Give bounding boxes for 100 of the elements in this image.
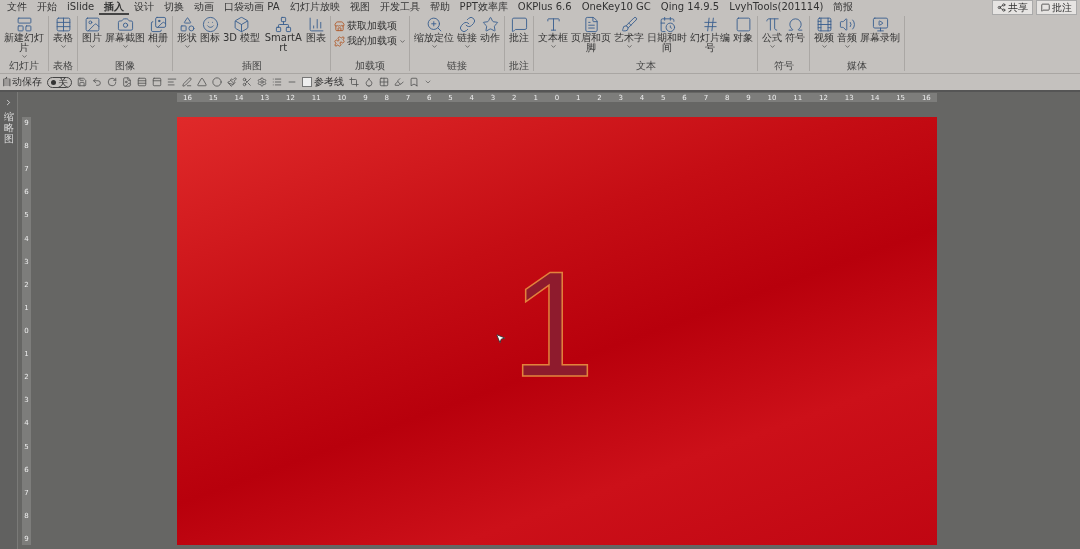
pi-icon [763, 16, 781, 33]
ribbon-button[interactable]: 幻灯片编号 [689, 16, 732, 60]
ribbon-button[interactable]: 我的加载项 [334, 35, 407, 47]
ribbon-tab[interactable]: 开始 [32, 0, 62, 15]
mouse-cursor-icon [495, 333, 506, 344]
group-label: 链接 [446, 60, 469, 71]
rows-icon[interactable] [137, 77, 147, 87]
ribbon-button[interactable]: 批注 [508, 16, 531, 60]
ribbon-button[interactable]: 链接 [456, 16, 479, 60]
ribbon-button[interactable]: 3D 模型 [222, 16, 262, 60]
ribbon-button[interactable]: 获取加载项 [334, 20, 407, 32]
redo-icon[interactable] [107, 77, 117, 87]
object-icon [734, 16, 752, 33]
ribbon-button[interactable]: 屏幕录制 [859, 16, 902, 60]
ribbon-button[interactable]: 新建幻灯片 [3, 16, 45, 60]
ribbon-tab[interactable]: 切换 [159, 0, 190, 15]
highlighter-icon[interactable] [394, 77, 404, 87]
comment-icon [510, 16, 528, 33]
undo-icon[interactable] [92, 77, 102, 87]
ribbon-button[interactable]: 视频 [813, 16, 836, 60]
ribbon-button[interactable]: 动作 [479, 16, 502, 60]
ribbon-button[interactable]: 图片 [81, 16, 103, 60]
save-icon[interactable] [77, 77, 87, 87]
omega-icon [786, 16, 804, 33]
align-icon[interactable] [167, 77, 177, 87]
group-label: 媒体 [846, 60, 869, 71]
ribbon-tab[interactable]: 插入 [99, 0, 130, 15]
group-label: 幻灯片 [8, 60, 40, 71]
caret-icon [399, 37, 407, 45]
ribbon-tab[interactable]: LvyhTools(201114) [724, 0, 829, 15]
settings-icon[interactable] [257, 77, 267, 87]
ribbon-button[interactable]: 形状 [176, 16, 198, 60]
ribbon-tab[interactable]: 幻灯片放映 [284, 0, 345, 15]
ribbon-button[interactable]: 页眉和页脚 [570, 16, 613, 60]
ribbon-tab[interactable]: 视图 [344, 0, 375, 15]
fill-icon[interactable] [364, 77, 374, 87]
ribbon-button[interactable]: 图标 [199, 16, 221, 60]
pen-icon[interactable] [182, 77, 192, 87]
ribbon-tab[interactable]: 开发工具 [374, 0, 425, 15]
caret-icon[interactable] [424, 78, 432, 86]
ribbon-button[interactable]: 屏幕截图 [104, 16, 146, 60]
ribbon-tab[interactable]: Qing 14.9.5 [655, 0, 725, 15]
caret-icon [88, 43, 96, 50]
icon-library-icon [201, 16, 219, 33]
bookmark-icon[interactable] [409, 77, 419, 87]
autosave-label: 自动保存 [2, 76, 42, 88]
zoom-icon [425, 16, 443, 33]
caret-icon [768, 43, 776, 50]
ribbon-button[interactable]: 公式 [761, 16, 784, 60]
expand-icon[interactable] [4, 98, 13, 107]
table-icon [54, 16, 72, 33]
ribbon-button[interactable]: 表格 [52, 16, 74, 60]
caret-icon [59, 43, 67, 50]
group-label: 表格 [52, 60, 74, 71]
ribbon-tab[interactable]: PPT效率库 [454, 0, 513, 15]
ribbon-tab[interactable]: OneKey10 GC [576, 0, 656, 15]
store-icon [334, 20, 346, 32]
grid-icon[interactable] [379, 77, 389, 87]
ribbon-button[interactable]: SmartArt [262, 16, 305, 60]
ribbon-button[interactable]: 对象 [732, 16, 755, 60]
ribbon-button[interactable]: 音频 [836, 16, 859, 60]
share-button[interactable]: 共享 [992, 0, 1033, 15]
video-icon [815, 16, 833, 33]
format-painter-icon[interactable] [227, 77, 237, 87]
star-icon [481, 16, 499, 33]
caret-icon [549, 43, 557, 50]
thumbnail-label[interactable]: 缩略图 [3, 111, 14, 144]
screen-record-icon [871, 16, 889, 33]
guides-checkbox[interactable]: 参考线 [302, 76, 344, 88]
header-footer-icon [582, 16, 600, 33]
ribbon-tab[interactable]: 简报 [828, 0, 859, 15]
album-icon [149, 16, 167, 33]
ribbon-tab[interactable]: 设计 [129, 0, 160, 15]
hash-icon [701, 16, 719, 33]
ribbon-tab[interactable]: iSlide [62, 0, 100, 15]
group-label: 批注 [508, 60, 531, 71]
ribbon-button[interactable]: 艺术字 [613, 16, 646, 60]
ribbon-tab[interactable]: OKPlus 6.6 [512, 0, 577, 15]
group-label: 符号 [772, 60, 795, 71]
ribbon-button[interactable]: 缩放定位 [413, 16, 456, 60]
list-icon[interactable] [272, 77, 282, 87]
layout-icon[interactable] [152, 77, 162, 87]
caret-icon [463, 43, 471, 50]
ribbon-button[interactable]: 符号 [784, 16, 807, 60]
ribbon-tab[interactable]: 动画 [189, 0, 220, 15]
scissors-icon[interactable] [242, 77, 252, 87]
ribbon-button[interactable]: 文本框 [537, 16, 570, 60]
circle-icon[interactable] [212, 77, 222, 87]
comments-button[interactable]: 批注 [1036, 0, 1077, 15]
ribbon-button[interactable]: 图表 [305, 16, 328, 60]
ribbon-tab[interactable]: 口袋动画 PA [219, 0, 285, 15]
ribbon-tab[interactable]: 帮助 [424, 0, 455, 15]
group-label: 插图 [240, 60, 263, 71]
ribbon-tab[interactable]: 文件 [2, 0, 32, 15]
ribbon-button[interactable]: 日期和时间 [646, 16, 689, 60]
ribbon-button[interactable]: 相册 [147, 16, 169, 60]
slide-number-text: 1 [511, 259, 595, 389]
triangle-icon[interactable] [197, 77, 207, 87]
crop-icon[interactable] [349, 77, 359, 87]
new-slide-icon [15, 16, 33, 33]
